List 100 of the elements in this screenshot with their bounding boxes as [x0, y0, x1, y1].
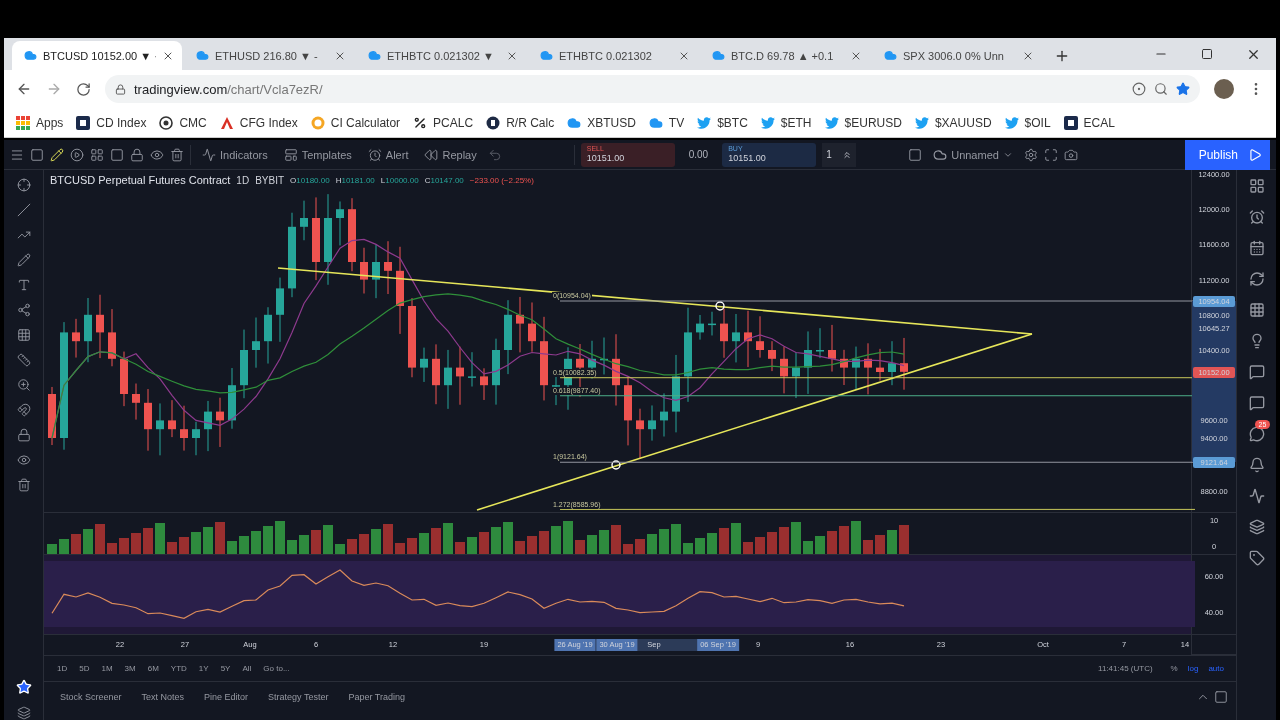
- bookmark-link[interactable]: $XAUUSD: [914, 115, 992, 130]
- play-icon[interactable]: [1248, 147, 1262, 162]
- browser-tab[interactable]: BTCUSD 10152.00 ▼ ·: [12, 41, 182, 70]
- range-button[interactable]: 5Y: [215, 664, 236, 673]
- anchor-handle[interactable]: [611, 460, 621, 470]
- toolbar-button[interactable]: Indicators: [197, 142, 273, 167]
- square-icon[interactable]: [110, 147, 124, 162]
- interval-label[interactable]: 1D: [236, 174, 250, 186]
- bottom-tab[interactable]: Paper Trading: [340, 691, 413, 702]
- grid-icon[interactable]: [1248, 302, 1265, 318]
- line-icon[interactable]: [16, 203, 31, 217]
- anchor-handle[interactable]: [715, 301, 725, 311]
- range-button[interactable]: 6M: [142, 664, 164, 673]
- publish-button[interactable]: Publish: [1184, 140, 1270, 170]
- bottom-tab[interactable]: Pine Editor: [196, 691, 257, 702]
- back-button[interactable]: [16, 81, 32, 97]
- tag-icon[interactable]: [1248, 550, 1265, 566]
- browser-tab[interactable]: ETHBTC 0.021302 ▼: [356, 41, 526, 70]
- bookmark-link[interactable]: TV: [648, 115, 685, 130]
- range-button[interactable]: YTD: [165, 664, 192, 673]
- trash-icon[interactable]: [170, 147, 184, 162]
- toolbar-button[interactable]: Replay: [419, 142, 482, 167]
- bookmark-link[interactable]: CFG Index: [219, 115, 298, 130]
- square-icon[interactable]: [30, 147, 44, 162]
- toolbar-button[interactable]: Alert: [362, 142, 414, 167]
- layers-icon[interactable]: [16, 706, 31, 720]
- range-button[interactable]: 1M: [96, 664, 118, 673]
- grid-icon[interactable]: [16, 328, 31, 342]
- scale-button[interactable]: log: [1183, 664, 1203, 673]
- bookmark-link[interactable]: ECAL: [1063, 115, 1115, 130]
- bookmark-link[interactable]: PCALC: [413, 115, 474, 130]
- lock-icon[interactable]: [16, 428, 31, 442]
- bottom-tab[interactable]: Stock Screener: [52, 691, 130, 702]
- pattern-icon[interactable]: [16, 303, 31, 317]
- range-button[interactable]: 5D: [74, 664, 95, 673]
- layout-button[interactable]: Unnamed: [928, 142, 1018, 167]
- scale-button[interactable]: %: [1166, 664, 1182, 673]
- new-tab-button[interactable]: [1054, 48, 1070, 64]
- trash-icon[interactable]: [16, 478, 31, 492]
- play-icon[interactable]: [70, 147, 84, 162]
- search-icon[interactable]: [1154, 82, 1168, 96]
- alarm-clock-icon[interactable]: [1248, 209, 1265, 225]
- square-icon[interactable]: [1214, 689, 1228, 704]
- calendar-icon[interactable]: [1248, 240, 1265, 256]
- bookmark-link[interactable]: XBTUSD: [567, 115, 636, 130]
- bell-icon[interactable]: [1248, 457, 1265, 473]
- stepper-icon[interactable]: [842, 149, 853, 160]
- bookmark-link[interactable]: CD Index: [76, 115, 147, 130]
- bookmark-link[interactable]: $ETH: [760, 115, 812, 130]
- profile-avatar[interactable]: [1214, 79, 1234, 99]
- crosshair-icon[interactable]: [16, 178, 31, 192]
- grid-icon[interactable]: [1248, 178, 1265, 194]
- lock-icon[interactable]: [130, 147, 144, 162]
- bottom-tab[interactable]: Text Notes: [133, 691, 193, 702]
- layers-icon[interactable]: [1248, 519, 1265, 535]
- bookmark-link[interactable]: CI Calculator: [310, 115, 401, 130]
- circle-icon[interactable]: [1132, 82, 1146, 96]
- zoom-icon[interactable]: [16, 378, 31, 392]
- toolbar-button[interactable]: Templates: [278, 142, 357, 167]
- browser-tab[interactable]: ETHUSD 216.80 ▼ -: [184, 41, 354, 70]
- fullscreen-icon[interactable]: [1043, 147, 1058, 162]
- ruler-icon[interactable]: [16, 353, 31, 367]
- quantity-field[interactable]: 1: [822, 142, 857, 167]
- menu-icon[interactable]: [10, 147, 24, 162]
- trend-line[interactable]: [277, 267, 1033, 335]
- magnet-icon[interactable]: [16, 403, 31, 417]
- chat-icon[interactable]: [1248, 395, 1265, 411]
- square-icon[interactable]: [908, 147, 923, 162]
- browser-tab[interactable]: ETHBTC 0.021302: [528, 41, 698, 70]
- chat-icon[interactable]: [1248, 426, 1265, 442]
- eye-icon[interactable]: [150, 147, 164, 162]
- browser-tab[interactable]: BTC.D 69.78 ▲ +0.1: [700, 41, 870, 70]
- bookmark-link[interactable]: CMC: [159, 115, 207, 130]
- star-icon[interactable]: [1176, 82, 1190, 96]
- range-button[interactable]: 1Y: [193, 664, 214, 673]
- range-button[interactable]: 1D: [52, 664, 73, 673]
- refresh-icon[interactable]: [1248, 271, 1265, 287]
- trend-line[interactable]: [476, 333, 1033, 511]
- bookmark-link[interactable]: $OIL: [1004, 115, 1051, 130]
- chat-icon[interactable]: [1248, 364, 1265, 380]
- bookmark-link[interactable]: $EURUSD: [824, 115, 902, 130]
- range-button[interactable]: 3M: [119, 664, 141, 673]
- text-icon[interactable]: [16, 278, 31, 292]
- goto-button[interactable]: Go to...: [258, 664, 295, 673]
- exchange-label[interactable]: BYBIT: [255, 174, 285, 186]
- grid-icon[interactable]: [90, 147, 104, 162]
- address-field[interactable]: tradingview.com/chart/Vcla7ezR/: [105, 75, 1200, 103]
- bookmark-link[interactable]: R/R Calc: [486, 115, 555, 130]
- reload-button[interactable]: [76, 81, 91, 97]
- settings-icon[interactable]: [1023, 147, 1038, 162]
- scale-button[interactable]: auto: [1204, 664, 1228, 673]
- bookmark-link[interactable]: Apps: [16, 115, 64, 130]
- bottom-tab[interactable]: Strategy Tester: [260, 691, 337, 702]
- bookmark-link[interactable]: $BTC: [697, 115, 748, 130]
- range-button[interactable]: All: [237, 664, 257, 673]
- wave-icon[interactable]: [1248, 488, 1265, 504]
- eye-icon[interactable]: [16, 453, 31, 467]
- browser-tab[interactable]: SPX 3006.0 0% Unn: [872, 41, 1042, 70]
- camera-icon[interactable]: [1063, 147, 1078, 162]
- pencil-icon[interactable]: [16, 253, 31, 267]
